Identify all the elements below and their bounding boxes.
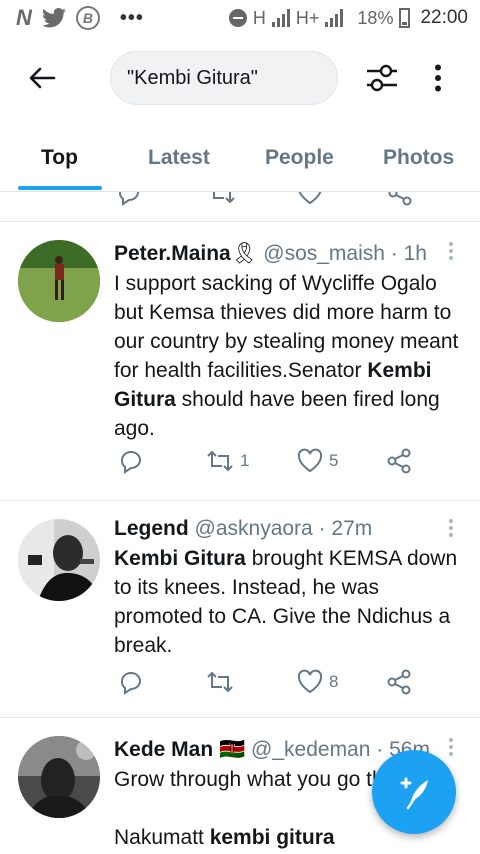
- share-button[interactable]: [386, 669, 412, 695]
- search-filter-button[interactable]: [364, 60, 400, 96]
- like-count: 5: [329, 451, 339, 470]
- overflow-menu-button[interactable]: [428, 60, 448, 96]
- ribbon-badge-icon: 🎗: [230, 242, 258, 265]
- kenya-flag-icon: 🇰🇪: [219, 738, 246, 761]
- compose-tweet-button[interactable]: [372, 750, 456, 834]
- search-query: "Kembi Gitura": [127, 66, 258, 89]
- reply-button[interactable]: [118, 669, 150, 695]
- highlighted-term: Kembi Gitura: [114, 547, 246, 570]
- tweet-content: Peter.Maina🎗 @sos_maish · 1h I support s…: [114, 239, 464, 443]
- tweet[interactable]: Legend @asknyaora · 27m Kembi Gitura bro…: [0, 501, 480, 718]
- tweet-header: Legend @asknyaora · 27m: [114, 514, 464, 544]
- tweet-content: Legend @asknyaora · 27m Kembi Gitura bro…: [114, 514, 464, 660]
- tweet[interactable]: Peter.Maina🎗 @sos_maish · 1h I support s…: [0, 222, 480, 501]
- back-button[interactable]: [24, 60, 60, 96]
- tweet-text: Kembi Gitura brought KEMSA down to its k…: [114, 544, 464, 660]
- compose-feather-icon: [400, 777, 428, 810]
- user-name[interactable]: Legend: [114, 517, 189, 540]
- more-vert-icon: [435, 64, 441, 92]
- text-segment: Nakumatt: [114, 826, 210, 849]
- battery-percent: 18%: [357, 7, 394, 28]
- network-type-2: H+: [295, 7, 320, 28]
- reply-icon: [120, 451, 141, 474]
- user-name[interactable]: Peter.Maina: [114, 242, 231, 265]
- reply-icon: [120, 672, 141, 695]
- like-icon[interactable]: [297, 192, 323, 206]
- b-app-icon: B: [75, 6, 100, 30]
- status-bar: N B ••• H H+ 18% 22:00: [0, 0, 480, 36]
- like-icon: [297, 669, 323, 694]
- reply-button[interactable]: [118, 448, 150, 474]
- twitter-bird-icon: [41, 8, 66, 28]
- reply-icon[interactable]: [116, 192, 142, 206]
- share-icon: [387, 448, 411, 474]
- highlighted-term: kembi gitura: [209, 826, 335, 849]
- search-tabs: Top Latest People Photos: [0, 120, 480, 192]
- tweet-text: I support sacking of Wycliffe Ogalo but …: [114, 269, 464, 443]
- avatar[interactable]: [18, 240, 100, 322]
- avatar[interactable]: [18, 519, 100, 601]
- tweet-time: · 27m: [318, 517, 373, 540]
- retweet-icon[interactable]: [208, 192, 236, 206]
- share-icon: [387, 669, 411, 695]
- search-header: "Kembi Gitura": [0, 36, 480, 120]
- tab-top[interactable]: Top: [41, 120, 78, 170]
- tweet-header: Peter.Maina🎗 @sos_maish · 1h: [114, 239, 464, 269]
- search-input[interactable]: "Kembi Gitura": [110, 51, 338, 105]
- share-icon[interactable]: [387, 192, 413, 206]
- network-type-1: H: [252, 7, 266, 28]
- like-icon: [297, 448, 323, 473]
- tab-latest[interactable]: Latest: [148, 120, 210, 170]
- tweet-time: · 1h: [390, 242, 427, 265]
- filter-icon: [367, 64, 397, 92]
- tab-people[interactable]: People: [265, 120, 334, 170]
- back-arrow-icon: [29, 67, 56, 89]
- user-handle: @asknyaora: [194, 517, 313, 540]
- user-handle: @_kedeman: [251, 738, 371, 761]
- retweet-count: 1: [240, 451, 250, 470]
- do-not-disturb-icon: [228, 9, 247, 27]
- battery-icon: [399, 8, 411, 28]
- signal-icon: [271, 9, 290, 27]
- retweet-icon: [207, 671, 233, 693]
- avatar[interactable]: [18, 736, 100, 818]
- like-button[interactable]: 5: [297, 448, 338, 474]
- tab-photos[interactable]: Photos: [383, 120, 454, 170]
- active-tab-indicator: [18, 186, 102, 190]
- more-notifications-icon: •••: [119, 6, 144, 29]
- tweet-menu-button[interactable]: [448, 519, 454, 540]
- tweet-menu-button[interactable]: [448, 242, 454, 263]
- like-button[interactable]: 8: [297, 669, 338, 695]
- retweet-icon: [207, 450, 233, 472]
- clock: 22:00: [420, 7, 468, 28]
- tweet-menu-button[interactable]: [448, 738, 454, 759]
- share-button[interactable]: [386, 448, 412, 474]
- signal-icon-2: [325, 9, 344, 27]
- previous-tweet-actions: [0, 192, 480, 222]
- retweet-button[interactable]: [206, 669, 240, 695]
- user-handle: @sos_maish: [263, 242, 385, 265]
- retweet-button[interactable]: 1: [206, 448, 249, 474]
- n-app-icon: N: [16, 5, 32, 30]
- user-name[interactable]: Kede Man: [114, 738, 213, 761]
- like-count: 8: [329, 672, 339, 691]
